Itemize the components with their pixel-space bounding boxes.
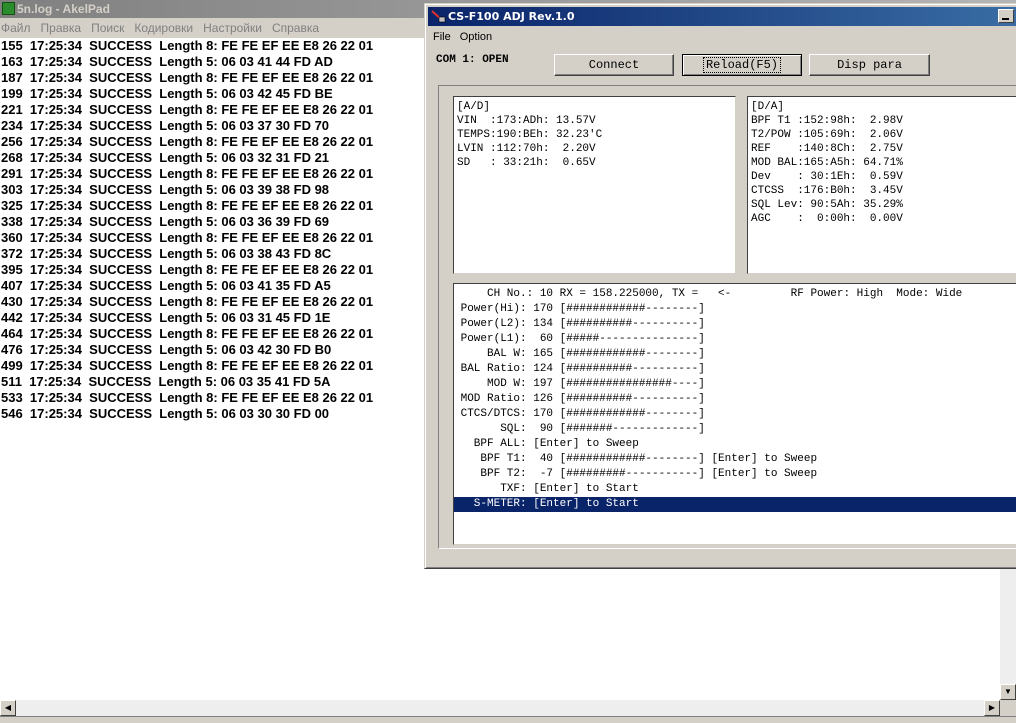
da-readout-row: Dev : 30:1Eh: 0.59V [751,171,903,183]
ad-readout-row: SD : 33:21h: 0.65V [457,157,596,169]
da-panel-header: [D/A] [751,101,785,113]
adjust-item-row[interactable]: Power(Hi): 170 [############--------] [454,302,1016,317]
scroll-right-arrow-icon[interactable]: ▶ [984,700,1000,716]
akelpad-menu-help[interactable]: Справка [272,21,319,35]
scroll-left-arrow-icon[interactable]: ◀ [0,700,16,716]
adjust-item-row[interactable]: SQL: 90 [#######-------------] [454,422,1016,437]
adjust-item-row[interactable]: BAL W: 165 [############--------] [454,347,1016,362]
adjust-item-row[interactable]: MOD W: 197 [################----] [454,377,1016,392]
adjust-item-row[interactable]: BPF ALL: [Enter] to Sweep [454,437,1016,452]
da-readout-row: AGC : 0:00h: 0.00V [751,213,903,225]
reload-button[interactable]: Reload(F5) [682,54,802,76]
ad-panel-header: [A/D] [457,101,491,113]
scroll-down-arrow-icon[interactable]: ▼ [1000,684,1016,700]
adjust-item-row[interactable]: CTCS/DTCS: 170 [############--------] [454,407,1016,422]
minimize-icon[interactable] [998,9,1014,23]
parameters-group: [A/D] VIN :173:ADh: 13.57V TEMPS:190:BEh: … [438,85,1016,549]
ad-readout-row: LVIN :112:70h: 2.20V [457,143,596,155]
connect-button[interactable]: Connect [554,54,674,76]
da-readout-panel: [D/A] BPF T1 :152:98h: 2.98V T2/POW :105:6… [747,96,1016,274]
adjust-item-row[interactable]: BPF T1: 40 [############--------] [Enter… [454,452,1016,467]
da-readout-row: MOD BAL:165:A5h: 64.71% [751,157,903,169]
csf100-menu-file[interactable]: File [433,31,451,43]
radio-app-icon [431,10,446,23]
adjust-item-row[interactable]: BAL Ratio: 124 [##########----------] [454,362,1016,377]
csf100-menu-option[interactable]: Option [460,31,492,43]
adjust-item-row[interactable]: BPF T2: -7 [#########-----------] [Enter… [454,467,1016,482]
channel-info-row[interactable]: CH No.: 10 RX = 158.225000, TX = <- RF P… [454,287,1016,302]
csf100-menubar: File Option [433,28,501,46]
adjust-item-row[interactable]: MOD Ratio: 126 [##########----------] [454,392,1016,407]
disp-para-button[interactable]: Disp para [809,54,930,76]
akelpad-menu-settings[interactable]: Настройки [203,21,262,35]
csf100-titlebar[interactable]: CS-F100 ADJ Rev.1.0 [428,7,1016,26]
adjust-item-row[interactable]: Power(L1): 60 [#####---------------] [454,332,1016,347]
ad-readout-row: VIN :173:ADh: 13.57V [457,115,596,127]
akelpad-app-icon [2,2,15,15]
da-readout-row: CTCSS :176:B0h: 3.45V [751,185,903,197]
ad-readout-panel: [A/D] VIN :173:ADh: 13.57V TEMPS:190:BEh: … [453,96,736,274]
adjust-item-row[interactable]: S-METER: [Enter] to Start [454,497,1016,512]
akelpad-horizontal-scrollbar[interactable]: ◀ ▶ [0,700,1000,716]
channel-adjust-list[interactable]: CH No.: 10 RX = 158.225000, TX = <- RF P… [453,283,1016,545]
csf100-window: CS-F100 ADJ Rev.1.0 File Option COM 1: OP… [424,3,1016,569]
csf100-title: CS-F100 ADJ Rev.1.0 [448,10,575,23]
akelpad-title: 5n.log - AkelPad [17,2,110,16]
da-readout-row: T2/POW :105:69h: 2.06V [751,129,903,141]
akelpad-menu-edit[interactable]: Правка [41,21,82,35]
adjust-item-row[interactable]: Power(L2): 134 [##########----------] [454,317,1016,332]
akelpad-menu-file[interactable]: Файл [1,21,31,35]
da-readout-row: REF :140:8Ch: 2.75V [751,143,903,155]
da-readout-row: SQL Lev: 90:5Ah: 35.29% [751,199,903,211]
adjust-item-row[interactable]: TXF: [Enter] to Start [454,482,1016,497]
com-status: COM 1: OPEN [436,54,509,66]
ad-readout-row: TEMPS:190:BEh: 32.23'C [457,129,603,141]
da-readout-row: BPF T1 :152:98h: 2.98V [751,115,903,127]
akelpad-menu-encodings[interactable]: Кодировки [134,21,193,35]
akelpad-menu-search[interactable]: Поиск [91,21,124,35]
